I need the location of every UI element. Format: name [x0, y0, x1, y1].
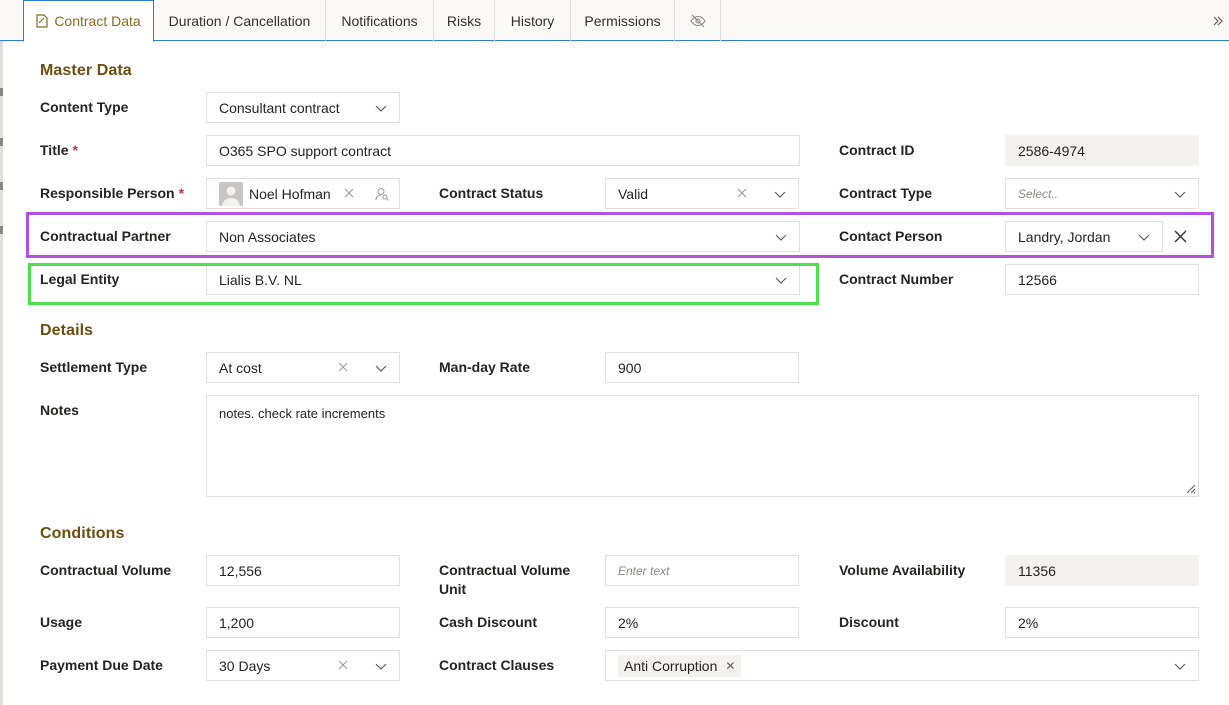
required-marker: * — [72, 142, 78, 158]
required-marker: * — [178, 185, 185, 201]
person-search-icon[interactable] — [375, 187, 389, 201]
eye-off-icon — [689, 14, 706, 27]
payment-due-date-value: 30 Days — [219, 657, 271, 674]
usage-label: Usage — [40, 614, 83, 630]
chevron-down-icon — [774, 191, 786, 198]
highlight-box-green — [28, 263, 819, 305]
contract-id-field: 2586-4974 — [1005, 135, 1199, 166]
cash-discount-label: Cash Discount — [439, 614, 538, 630]
tab-risks[interactable]: Risks — [434, 0, 495, 41]
contract-type-select[interactable]: Select.. — [1005, 178, 1199, 209]
tab-label: Contract Data — [54, 13, 141, 29]
contract-type-placeholder: Select.. — [1018, 186, 1059, 201]
contract-id-value: 2586-4974 — [1018, 142, 1085, 159]
tab-label: History — [510, 12, 555, 29]
notes-textarea[interactable]: notes. check rate increments — [206, 395, 1199, 497]
contract-status-label: Contract Status — [439, 185, 544, 201]
responsible-person-picker[interactable]: Noel Hofman — [206, 178, 400, 209]
tab-duration-cancellation[interactable]: Duration / Cancellation — [154, 0, 326, 41]
contract-clauses-select[interactable]: Anti Corruption ✕ — [605, 650, 1199, 681]
contract-status-select[interactable]: Valid — [605, 178, 799, 209]
cash-discount-input[interactable]: 2% — [605, 607, 799, 638]
gutter-mark — [0, 138, 3, 146]
settlement-type-select[interactable]: At cost — [206, 352, 400, 383]
contract-type-label: Contract Type — [839, 185, 933, 201]
gutter-mark — [0, 88, 3, 96]
section-title-master-data: Master Data — [40, 62, 132, 79]
usage-value: 1,200 — [219, 614, 255, 631]
notes-label: Notes — [40, 402, 79, 418]
chevron-down-icon — [375, 663, 387, 670]
chevron-down-icon — [1174, 191, 1186, 198]
title-value: O365 SPO support contract — [219, 142, 391, 159]
payment-due-date-label: Payment Due Date — [40, 657, 163, 673]
clear-icon[interactable] — [337, 659, 349, 671]
tab-hidden[interactable] — [675, 0, 721, 41]
contractual-volume-value: 12,556 — [219, 562, 262, 579]
contractual-volume-label: Contractual Volume — [40, 562, 172, 578]
payment-due-date-select[interactable]: 30 Days — [206, 650, 400, 681]
contract-number-input[interactable]: 12566 — [1005, 264, 1199, 295]
title-label: Title * — [40, 142, 78, 158]
clear-icon[interactable] — [736, 187, 748, 199]
usage-input[interactable]: 1,200 — [206, 607, 400, 638]
man-day-rate-label: Man-day Rate — [439, 359, 531, 375]
tab-contract-data[interactable]: Contract Data — [23, 0, 154, 42]
highlight-box-purple — [26, 212, 1214, 258]
contractual-volume-unit-placeholder: Enter text — [618, 563, 670, 578]
tab-notifications[interactable]: Notifications — [326, 0, 434, 41]
tab-history[interactable]: History — [495, 0, 571, 41]
responsible-person-value: Noel Hofman — [249, 185, 331, 202]
contractual-volume-unit-input[interactable]: Enter text — [605, 555, 799, 586]
gutter-mark — [0, 182, 3, 190]
chevron-down-icon — [375, 365, 387, 372]
section-title-details: Details — [40, 322, 94, 339]
contract-status-value: Valid — [618, 185, 649, 202]
avatar — [219, 181, 243, 206]
discount-value: 2% — [1018, 614, 1039, 631]
settlement-type-value: At cost — [219, 359, 262, 376]
clear-icon[interactable] — [337, 361, 349, 373]
tab-label: Risks — [446, 12, 482, 29]
tab-label: Notifications — [341, 12, 418, 29]
chevron-down-icon — [1174, 663, 1186, 670]
resize-handle-icon[interactable] — [1184, 482, 1196, 494]
tab-label: Permissions — [584, 12, 661, 29]
man-day-rate-value: 900 — [618, 359, 642, 376]
double-chevron-right-icon[interactable] — [1207, 0, 1229, 41]
content-type-select[interactable]: Consultant contract — [206, 92, 400, 123]
contractual-volume-input[interactable]: 12,556 — [206, 555, 400, 586]
tab-permissions[interactable]: Permissions — [571, 0, 675, 41]
tag-label: Anti Corruption — [624, 657, 718, 674]
left-gutter — [0, 0, 3, 705]
section-title-conditions: Conditions — [40, 525, 125, 542]
content-type-label: Content Type — [40, 99, 129, 115]
tag-anti-corruption[interactable]: Anti Corruption ✕ — [618, 654, 742, 677]
cash-discount-value: 2% — [618, 614, 639, 631]
man-day-rate-input[interactable]: 900 — [605, 352, 799, 383]
document-icon — [36, 14, 48, 28]
contract-id-label: Contract ID — [839, 142, 915, 158]
tab-label: Duration / Cancellation — [168, 12, 311, 29]
contract-number-label: Contract Number — [839, 271, 954, 287]
settlement-type-label: Settlement Type — [40, 359, 148, 375]
volume-availability-value: 11356 — [1018, 562, 1056, 579]
contract-clauses-label: Contract Clauses — [439, 657, 555, 673]
volume-availability-field: 11356 — [1005, 555, 1199, 586]
responsible-person-label: Responsible Person * — [40, 185, 185, 201]
chevron-down-icon — [375, 105, 387, 112]
discount-label: Discount — [839, 614, 899, 630]
contractual-volume-unit-label: Contractual Volume Unit — [439, 562, 571, 597]
gutter-mark — [0, 226, 3, 234]
discount-input[interactable]: 2% — [1005, 607, 1199, 638]
notes-value: notes. check rate increments — [219, 406, 386, 421]
title-input[interactable]: O365 SPO support contract — [206, 135, 800, 166]
contract-number-value: 12566 — [1018, 271, 1057, 288]
volume-availability-label: Volume Availability — [839, 562, 966, 578]
clear-icon[interactable] — [343, 187, 355, 199]
tab-bar: Contract Data Duration / Cancellation No… — [0, 0, 1229, 42]
remove-tag-icon[interactable]: ✕ — [725, 659, 735, 673]
content-type-value: Consultant contract — [219, 99, 340, 116]
